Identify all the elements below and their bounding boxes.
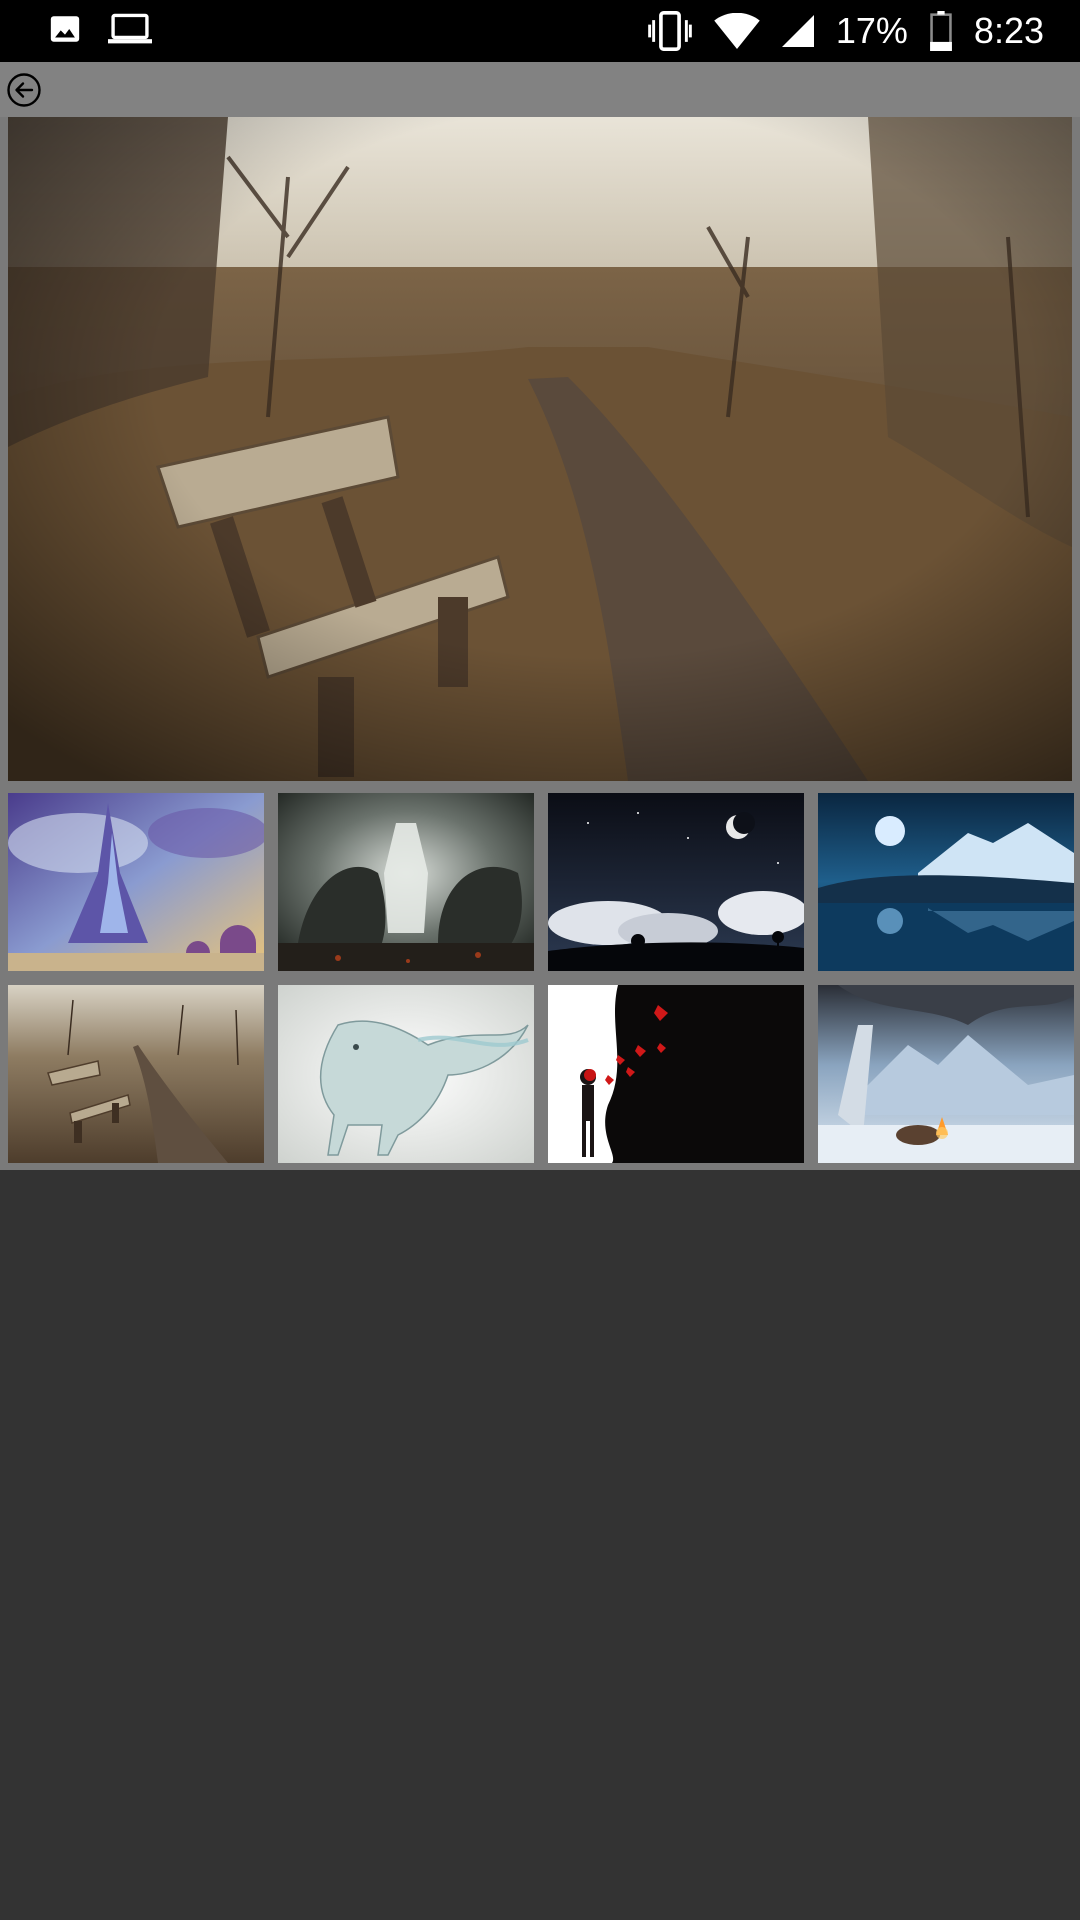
selected-wallpaper-preview[interactable] xyxy=(8,117,1072,781)
toolbar xyxy=(0,62,1080,117)
wallpaper-thumbnail[interactable] xyxy=(278,985,534,1163)
battery-icon xyxy=(930,11,952,51)
gallery-panel xyxy=(0,117,1080,1170)
wallpaper-thumbnail[interactable] xyxy=(548,793,804,971)
wallpaper-thumbnail[interactable] xyxy=(548,985,804,1163)
vibrate-icon xyxy=(648,11,692,51)
wallpaper-thumbnail[interactable] xyxy=(818,793,1074,971)
battery-percent: 17% xyxy=(835,10,908,51)
image-icon xyxy=(48,12,82,46)
signal-icon xyxy=(781,15,814,47)
status-bar: 17% 8:23 xyxy=(0,0,1080,62)
clock: 8:23 xyxy=(973,10,1044,51)
wifi-icon xyxy=(714,13,760,49)
wallpaper-thumbnail[interactable] xyxy=(818,985,1074,1163)
wallpaper-thumbnail[interactable] xyxy=(8,793,264,971)
laptop-icon xyxy=(108,12,152,46)
back-button[interactable] xyxy=(6,72,42,108)
wallpaper-thumbnail-selected[interactable] xyxy=(8,985,264,1163)
arrow-back-circle-icon xyxy=(7,73,41,107)
wallpaper-thumbnail[interactable] xyxy=(278,793,534,971)
